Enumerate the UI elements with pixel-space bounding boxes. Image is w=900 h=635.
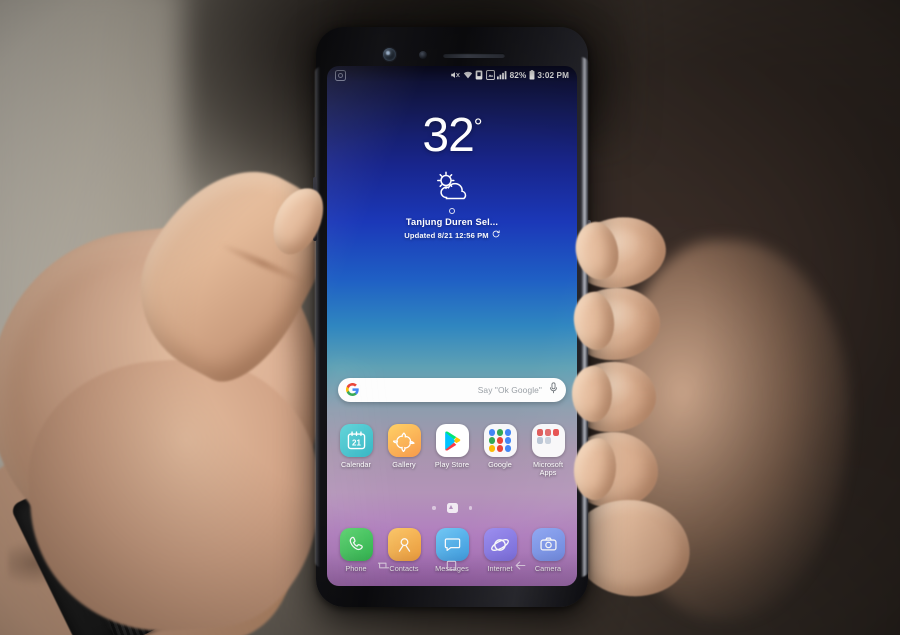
photo-vignette bbox=[0, 0, 900, 635]
photo-scene: 82% 3:02 PM 32° bbox=[0, 0, 900, 635]
